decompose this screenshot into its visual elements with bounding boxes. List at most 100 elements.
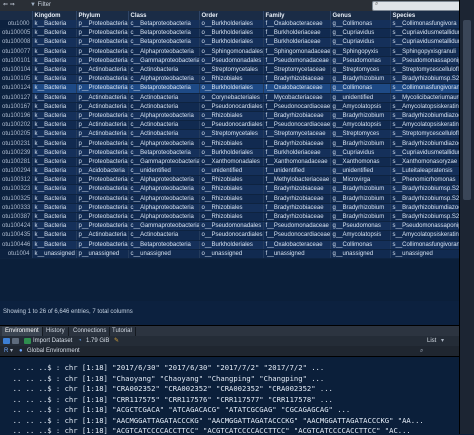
search-icon[interactable]: ⌕	[420, 346, 423, 356]
table-row[interactable]: otu100105 k__Bacteria p__Proteobacteria c__…	[0, 74, 459, 85]
row-name-cell: otu100239	[0, 148, 33, 158]
table-row[interactable]: otu100167 k__Bacteria p__Actinobacteria c__…	[0, 102, 459, 112]
table-row[interactable]: otu1004 k__unassigned p__unassigned c__unas…	[0, 249, 459, 259]
r-label[interactable]: R	[4, 346, 8, 356]
open-icon[interactable]	[3, 338, 10, 344]
row-name-cell: otu100435	[0, 230, 33, 241]
scroll-thumb[interactable]	[463, 20, 471, 200]
row-name-cell: otu100333	[0, 203, 33, 213]
nav-arrows[interactable]: ⇐ ⇒	[3, 1, 15, 10]
column-header-class[interactable]: Class	[128, 11, 200, 20]
table-row[interactable]: otu100325 k__Bacteria p__Proteobacteria c__…	[0, 194, 459, 204]
table-cell: c__unassigned	[128, 249, 200, 259]
table-row[interactable]: otu100424 k__Bacteria p__Proteobacteria c__…	[0, 221, 459, 232]
broom-icon[interactable]: ✎	[114, 336, 119, 346]
table-cell: p__Actinobacteria	[76, 93, 129, 103]
table-row[interactable]: otu100205 k__Bacteria p__Actinobacteria c__…	[0, 129, 459, 140]
column-header-phylum[interactable]: Phylum	[76, 11, 129, 20]
table-cell: f__unassigned	[263, 249, 331, 259]
import-dataset-icon	[24, 338, 31, 344]
table-cell: s__unassigned	[390, 249, 459, 259]
table-cell: g__Xanthomonas	[330, 157, 391, 168]
chevron-down-icon: ▾	[441, 338, 445, 344]
table-row[interactable]: otu100333 k__Bacteria p__Proteobacteria c__…	[0, 203, 459, 213]
table-cell: k__Bacteria	[32, 65, 77, 76]
right-pane-scrollbar[interactable]	[459, 0, 474, 434]
table-cell: s__Collimonasfungivorans	[390, 240, 459, 250]
table-cell: f__Bradyrhizobiaceae	[263, 74, 331, 85]
table-row[interactable]: otu100312 k__Bacteria p__Proteobacteria c__…	[0, 175, 459, 186]
table-cell: s__Luteitaleapratensis	[390, 166, 459, 177]
row-name-cell: otu100105	[0, 74, 33, 85]
tab-tutorial[interactable]: Tutorial	[109, 327, 136, 336]
table-row[interactable]: otu100281 k__Bacteria p__Proteobacteria c__…	[0, 157, 459, 168]
table-cell: s__Bradyrhizobiumsp.S23321	[390, 74, 459, 85]
tab-connections[interactable]: Connections	[70, 327, 111, 336]
rowname-header[interactable]	[0, 11, 33, 20]
table-cell: f__Oxalobacteraceae	[263, 83, 331, 94]
table-cell: o__Rhizobiales	[199, 175, 264, 186]
filter-button[interactable]: ▼ Filter	[30, 1, 51, 10]
row-name-cell: otu1000	[0, 20, 33, 30]
table-cell: g__Collimonas	[330, 20, 391, 30]
table-row[interactable]: otu100008 k__Bacteria p__Proteobacteria c__…	[0, 37, 459, 48]
row-name-cell: otu100077	[0, 47, 33, 57]
table-cell: p__Actinobacteria	[76, 230, 129, 241]
table-row[interactable]: otu100387 k__Bacteria p__Proteobacteria c__…	[0, 212, 459, 223]
table-row[interactable]: otu100124 k__Bacteria p__Proteobacteria c__…	[0, 83, 459, 94]
table-row[interactable]: otu100101 k__Bacteria p__Proteobacteria c__…	[0, 56, 459, 66]
global-environment-dropdown[interactable]: Global Environment	[27, 346, 80, 356]
table-cell: g__Bradyrhizobium	[330, 184, 391, 195]
table-cell: s__Cupriavidusmetallidurans	[390, 28, 459, 39]
row-name-cell: otu100005	[0, 28, 33, 39]
table-row[interactable]: otu100435 k__Bacteria p__Actinobacteria c__…	[0, 230, 459, 241]
table-row[interactable]: otu100446 k__Bacteria p__Proteobacteria c__…	[0, 240, 459, 250]
table-cell: k__Bacteria	[32, 240, 77, 250]
console-line: .. .. ..$ : chr [1:18] "CRR117575" "CRR1…	[4, 394, 333, 404]
column-header-kingdom[interactable]: Kingdom	[32, 11, 77, 20]
column-header-order[interactable]: Order	[199, 11, 264, 20]
table-cell: f__Burkholderiaceae	[263, 28, 331, 39]
table-cell: c__Betaproteobacteria	[128, 28, 200, 39]
table-cell: f__Pseudomonadaceae	[263, 56, 331, 66]
table-cell: k__Bacteria	[32, 74, 77, 85]
table-cell: g__Bradyrhizobium	[330, 111, 391, 122]
row-name-cell: otu100323	[0, 184, 33, 195]
row-name-cell: otu100202	[0, 120, 33, 131]
table-row[interactable]: otu100202 k__Bacteria p__Actinobacteria c__…	[0, 120, 459, 131]
table-row[interactable]: otu100005 k__Bacteria p__Proteobacteria c__…	[0, 28, 459, 39]
memory-usage[interactable]: 1.79 GiB	[86, 336, 109, 346]
table-row[interactable]: otu100239 k__Bacteria p__Proteobacteria c__…	[0, 148, 459, 158]
table-row[interactable]: otu100127 k__Bacteria p__Actinobacteria c__…	[0, 93, 459, 103]
table-row[interactable]: otu100077 k__Bacteria p__Proteobacteria c__…	[0, 47, 459, 57]
chevron-down-icon: ▾	[10, 348, 14, 354]
table-cell: o__Burkholderiales	[199, 83, 264, 94]
filter-icon: ▼	[30, 2, 36, 8]
table-cell: p__unassigned	[76, 249, 129, 259]
import-dataset-button[interactable]: Import Dataset	[33, 336, 72, 346]
column-header-species[interactable]: Species	[390, 11, 459, 20]
table-cell: s__Pseudomonassaponiphila	[390, 56, 459, 66]
table-cell: g__Streptomyces	[330, 129, 391, 140]
tab-history[interactable]: History	[43, 327, 69, 336]
table-row[interactable]: otu100323 k__Bacteria p__Proteobacteria c__…	[0, 184, 459, 195]
table-row[interactable]: otu100196 k__Bacteria p__Proteobacteria c__…	[0, 111, 459, 122]
table-cell: c__Alphaproteobacteria	[128, 47, 200, 57]
table-cell: g__Pseudomonas	[330, 221, 391, 232]
column-header-genus[interactable]: Genus	[330, 11, 391, 20]
table-cell: p__Proteobacteria	[76, 203, 129, 213]
save-icon[interactable]	[12, 338, 19, 344]
table-row[interactable]: otu100104 k__Bacteria p__Actinobacteria c__…	[0, 65, 459, 76]
tab-environment[interactable]: Environment	[2, 327, 43, 336]
data-grid: Kingdom Phylum Class Order Family Genus Specie…	[0, 11, 459, 301]
table-cell: k__Bacteria	[32, 37, 77, 48]
table-row[interactable]: otu100294 k__Bacteria p__Acidobacteria c__u…	[0, 166, 459, 177]
column-header-family[interactable]: Family	[263, 11, 331, 20]
table-cell: k__Bacteria	[32, 203, 77, 213]
table-cell: s__Cupriavidusmetallidurans	[390, 148, 459, 158]
table-row[interactable]: otu100231 k__Bacteria p__Proteobacteria c__…	[0, 138, 459, 149]
search-input[interactable]: ⌕	[372, 1, 470, 11]
table-row[interactable]: otu1000 k__Bacteria p__Proteobacteria c__Be…	[0, 20, 459, 30]
list-view-dropdown[interactable]: List	[427, 336, 436, 346]
table-cell: p__Proteobacteria	[76, 148, 129, 158]
